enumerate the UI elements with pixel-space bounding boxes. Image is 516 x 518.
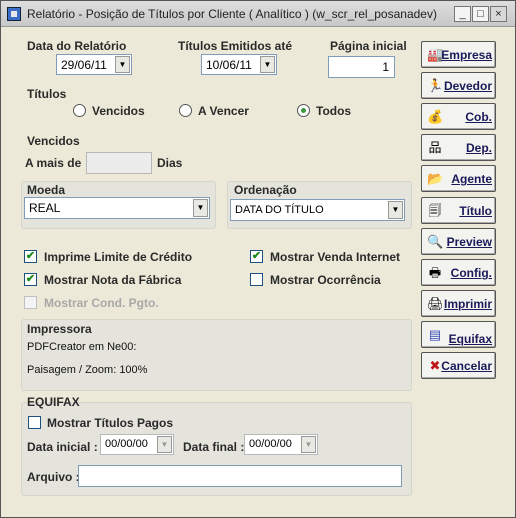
app-icon xyxy=(7,7,21,21)
mostrar-titulos-pagos-label[interactable]: Mostrar Títulos Pagos xyxy=(47,416,173,430)
radio-vencidos-label[interactable]: Vencidos xyxy=(92,104,145,118)
pagina-inicial-value: 1 xyxy=(382,60,389,74)
radio-todos[interactable] xyxy=(297,104,310,117)
preview-button-label: Preview xyxy=(446,235,492,249)
radio-vencidos[interactable] xyxy=(73,104,86,117)
radio-todos-label[interactable]: Todos xyxy=(316,104,351,118)
moeda-value: REAL xyxy=(29,201,61,215)
printer-settings-icon: 🖶 xyxy=(428,265,442,280)
data-final-field[interactable]: 00/00/00 ▼ xyxy=(244,434,318,455)
mostrar-titulos-pagos-checkbox[interactable] xyxy=(28,416,41,429)
mostrar-venda-internet-checkbox[interactable]: ✔ xyxy=(250,250,263,263)
close-button[interactable]: × xyxy=(490,6,507,22)
dep-button-label: Dep. xyxy=(465,141,492,155)
person-icon: 🏃 xyxy=(427,78,444,93)
maximize-button[interactable]: □ xyxy=(472,6,489,22)
mostrar-ocorrencia-label[interactable]: Mostrar Ocorrência xyxy=(270,273,381,287)
titulos-emitidos-label: Títulos Emitidos até xyxy=(178,39,293,53)
minimize-button[interactable]: _ xyxy=(454,6,471,22)
mostrar-cond-pgto-label: Mostrar Cond. Pgto. xyxy=(44,296,159,310)
moeda-dropdown-icon[interactable]: ▼ xyxy=(193,199,208,217)
moeda-label: Moeda xyxy=(27,183,66,197)
preview-icon: 🔍 xyxy=(427,234,444,249)
equifax-button[interactable]: ▤ Equifax xyxy=(421,321,496,348)
data-inicial-field[interactable]: 00/00/00 ▼ xyxy=(100,434,174,455)
config-button[interactable]: 🖶 Config. xyxy=(421,259,496,286)
mostrar-nota-fabrica-label[interactable]: Mostrar Nota da Fábrica xyxy=(44,273,181,287)
data-relatorio-dropdown-icon[interactable]: ▼ xyxy=(115,56,130,73)
ordenacao-value: DATA DO TÍTULO xyxy=(235,204,324,216)
empresa-button-label: Empresa xyxy=(441,48,492,62)
data-relatorio-label: Data do Relatório xyxy=(27,39,127,53)
titulos-emitidos-value: 10/06/11 xyxy=(206,58,252,72)
title-bar[interactable]: Relatório - Posição de Títulos por Clien… xyxy=(1,1,515,27)
agente-button[interactable]: 📂 Agente xyxy=(421,165,496,192)
mostrar-venda-internet-label[interactable]: Mostrar Venda Internet xyxy=(270,250,400,264)
pagina-inicial-input[interactable]: 1 xyxy=(328,56,395,78)
imprimir-button-label: Imprimir xyxy=(443,297,492,311)
equifax-label: EQUIFAX xyxy=(27,395,80,409)
devedor-button-label: Devedor xyxy=(443,79,492,93)
printer-name: PDFCreator em Ne00: xyxy=(27,341,137,353)
equifax-button-label: Equifax xyxy=(448,332,492,346)
money-bag-icon: 💰 xyxy=(427,109,444,124)
vencidos-section-label: Vencidos xyxy=(27,134,80,148)
report-window: Relatório - Posição de Títulos por Clien… xyxy=(0,0,516,518)
dias-label: Dias xyxy=(157,156,183,170)
data-final-dropdown-icon[interactable]: ▼ xyxy=(301,436,316,453)
printer-orientation: Paisagem / Zoom: 100% xyxy=(27,364,148,376)
empresa-button[interactable]: 🏭 Empresa xyxy=(421,41,496,68)
titulos-label: Títulos xyxy=(27,87,67,101)
titulo-button-label: Título xyxy=(459,204,492,218)
agente-button-label: Agente xyxy=(451,172,492,186)
config-button-label: Config. xyxy=(450,266,492,280)
cancelar-button-label: Cancelar xyxy=(441,359,492,373)
data-relatorio-value: 29/06/11 xyxy=(61,58,107,72)
equifax-icon: ▤ xyxy=(428,327,442,342)
printer-icon: 🖨 xyxy=(427,296,444,311)
dep-button[interactable]: 品 Dep. xyxy=(421,134,496,161)
data-final-label: Data final : xyxy=(183,440,245,454)
titulos-emitidos-dropdown-icon[interactable]: ▼ xyxy=(260,56,275,73)
preview-button[interactable]: 🔍 Preview xyxy=(421,228,496,255)
moeda-select[interactable]: REAL ▼ xyxy=(24,197,210,219)
arquivo-label: Arquivo : xyxy=(27,470,80,484)
pagina-inicial-label: Página inicial xyxy=(330,39,407,53)
radio-a-vencer-label[interactable]: A Vencer xyxy=(198,104,249,118)
cob-button-label: Cob. xyxy=(465,110,492,124)
data-inicial-dropdown-icon[interactable]: ▼ xyxy=(157,436,172,453)
radio-a-vencer[interactable] xyxy=(179,104,192,117)
dias-input[interactable] xyxy=(86,152,152,174)
folder-icon: 📂 xyxy=(427,171,444,186)
documents-icon: 🗐 xyxy=(428,203,442,218)
arquivo-input[interactable] xyxy=(78,465,402,487)
data-inicial-label: Data inicial : xyxy=(27,440,98,454)
org-chart-icon: 品 xyxy=(428,140,442,155)
data-inicial-value: 00/00/00 xyxy=(105,438,148,450)
data-final-value: 00/00/00 xyxy=(249,438,292,450)
cancelar-button[interactable]: ✖ Cancelar xyxy=(421,352,496,379)
mostrar-cond-pgto-checkbox[interactable] xyxy=(24,296,37,309)
imprimir-button[interactable]: 🖨 Imprimir xyxy=(421,290,496,317)
titulo-button[interactable]: 🗐 Título xyxy=(421,197,496,224)
a-mais-de-label: A mais de xyxy=(25,156,82,170)
window-title: Relatório - Posição de Títulos por Clien… xyxy=(27,7,437,21)
mostrar-nota-fabrica-checkbox[interactable]: ✔ xyxy=(24,273,37,286)
cob-button[interactable]: 💰 Cob. xyxy=(421,103,496,130)
imprime-limite-checkbox[interactable]: ✔ xyxy=(24,250,37,263)
ordenacao-label: Ordenação xyxy=(234,183,297,197)
impressora-label: Impressora xyxy=(27,322,92,336)
imprime-limite-label[interactable]: Imprime Limite de Crédito xyxy=(44,250,192,264)
devedor-button[interactable]: 🏃 Devedor xyxy=(421,72,496,99)
data-relatorio-field[interactable]: 29/06/11 ▼ xyxy=(56,54,132,75)
mostrar-ocorrencia-checkbox[interactable] xyxy=(250,273,263,286)
ordenacao-dropdown-icon[interactable]: ▼ xyxy=(388,201,403,219)
titulos-emitidos-field[interactable]: 10/06/11 ▼ xyxy=(201,54,277,75)
ordenacao-select[interactable]: DATA DO TÍTULO ▼ xyxy=(230,199,405,221)
